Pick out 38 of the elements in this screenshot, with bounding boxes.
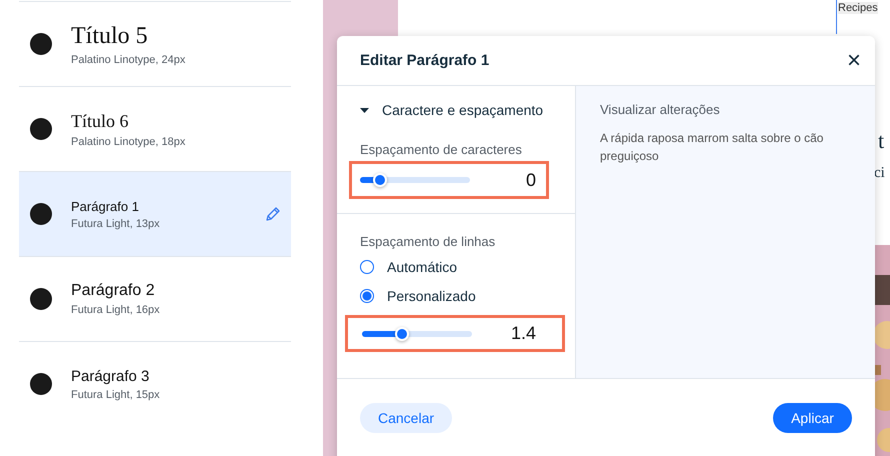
style-row[interactable]: Parágrafo 3 Futura Light, 15px	[19, 341, 291, 426]
font-description: Palatino Linotype, 18px	[71, 136, 186, 148]
page-text: t	[878, 128, 884, 154]
style-name: Parágrafo 3	[71, 368, 150, 384]
font-description: Futura Light, 15px	[71, 388, 160, 400]
font-description: Palatino Linotype, 24px	[71, 54, 186, 66]
font-description: Futura Light, 13px	[71, 218, 160, 230]
color-dot-icon	[30, 203, 52, 225]
color-dot-icon	[30, 33, 52, 55]
radio-button[interactable]	[360, 260, 374, 274]
style-name: Parágrafo 1	[71, 198, 140, 214]
caret-icon	[360, 108, 369, 112]
pencil-icon[interactable]	[265, 206, 281, 222]
style-name: Título 5	[71, 22, 149, 50]
radio-button[interactable]	[360, 289, 374, 303]
section-toggle[interactable]: Caractere e espaçamento	[337, 86, 544, 118]
cancel-button[interactable]: Cancelar	[360, 403, 452, 433]
radio-label: Personalizado	[387, 288, 476, 304]
style-name: Parágrafo 2	[71, 282, 156, 300]
page-text: ci	[874, 165, 885, 182]
slider-value: 0	[526, 170, 536, 190]
style-row[interactable]: Parágrafo 2 Futura Light, 16px	[19, 256, 291, 341]
color-dot-icon	[30, 288, 52, 310]
field-label: Espaçamento de caracteres	[360, 142, 523, 157]
field-label: Espaçamento de linhas	[360, 234, 496, 249]
font-description: Futura Light, 16px	[71, 304, 160, 316]
dialog-title: Editar Parágrafo 1	[360, 52, 490, 69]
preview-title: Visualizar alterações	[600, 102, 721, 117]
page-tab-label[interactable]: Recipes	[838, 2, 878, 14]
color-dot-icon	[30, 118, 52, 140]
style-row[interactable]: Parágrafo 1 Futura Light, 13px	[19, 171, 291, 256]
radio-label: Automático	[387, 259, 458, 275]
apply-button[interactable]: Aplicar	[773, 403, 852, 433]
slider-value: 1.4	[510, 323, 536, 344]
color-dot-icon	[30, 373, 52, 395]
style-row[interactable]: Título 5 Palatino Linotype, 24px	[19, 1, 291, 86]
preview-text: A rápida raposa marrom salta sobre o cão preguiçoso	[600, 130, 824, 165]
style-name: Título 6	[71, 110, 130, 132]
